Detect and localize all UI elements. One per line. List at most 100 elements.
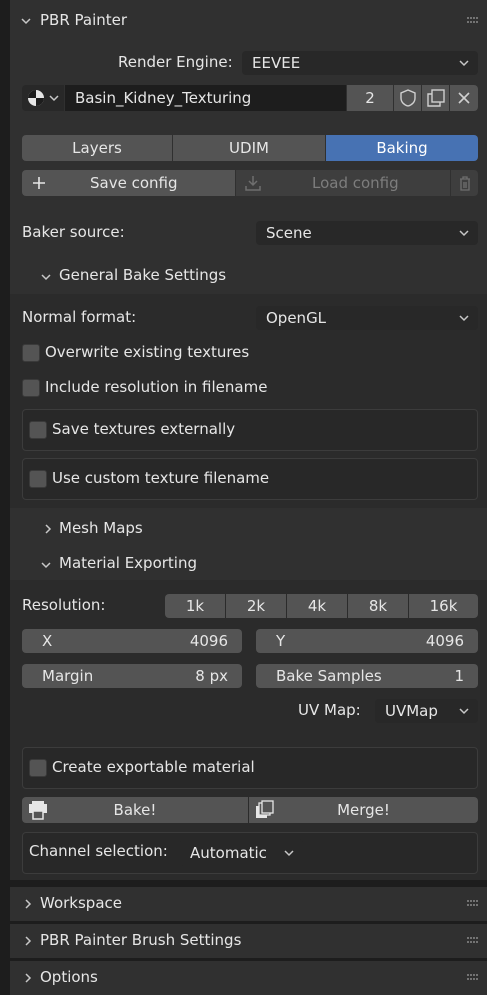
include-resolution-label[interactable]: Include resolution in filename bbox=[45, 378, 267, 396]
general-bake-title[interactable]: General Bake Settings bbox=[59, 266, 226, 284]
material-users-value: 2 bbox=[365, 89, 375, 107]
custom-filename-label[interactable]: Use custom texture filename bbox=[52, 469, 269, 487]
fake-user-button[interactable] bbox=[394, 85, 421, 111]
render-engine-label: Render Engine: bbox=[118, 53, 233, 71]
margin-value: 8 px bbox=[195, 667, 228, 685]
duplicate-icon bbox=[426, 89, 445, 107]
render-engine-dropdown[interactable]: EEVEE bbox=[242, 51, 478, 75]
y-label: Y bbox=[276, 632, 286, 650]
tab-label: UDIM bbox=[229, 139, 269, 157]
chevron-down-icon[interactable] bbox=[40, 271, 52, 283]
save-config-label: Save config bbox=[90, 174, 178, 192]
margin-field[interactable]: Margin 8 px bbox=[22, 664, 242, 688]
plus-icon bbox=[33, 177, 45, 189]
panel-title[interactable]: PBR Painter bbox=[40, 11, 127, 29]
options-title[interactable]: Options bbox=[40, 968, 98, 986]
chevron-down-icon[interactable] bbox=[20, 15, 32, 27]
chevron-down-icon bbox=[49, 95, 59, 102]
tab-baking[interactable]: Baking bbox=[326, 135, 478, 161]
drag-grip-icon[interactable] bbox=[466, 936, 480, 944]
tab-label: Layers bbox=[72, 139, 122, 157]
printer-icon bbox=[29, 801, 47, 820]
samples-label: Bake Samples bbox=[276, 667, 382, 685]
normal-format-dropdown[interactable]: OpenGL bbox=[256, 306, 478, 330]
resolution-label: Resolution: bbox=[22, 596, 106, 614]
render-engine-value: EEVEE bbox=[252, 54, 301, 72]
resolution-preset-2k[interactable]: 2k bbox=[226, 594, 286, 618]
preset-label: 2k bbox=[246, 597, 266, 615]
preset-label: 8k bbox=[368, 597, 388, 615]
channel-selection-value: Automatic bbox=[190, 843, 267, 862]
resolution-preset-4k[interactable]: 4k bbox=[287, 594, 347, 618]
samples-value: 1 bbox=[454, 667, 464, 685]
resolution-y-field[interactable]: Y 4096 bbox=[256, 629, 478, 653]
preset-label: 1k bbox=[185, 597, 205, 615]
y-value: 4096 bbox=[425, 632, 464, 650]
load-config-label: Load config bbox=[312, 174, 399, 192]
uvmap-label: UV Map: bbox=[298, 701, 361, 719]
resolution-preset-16k[interactable]: 16k bbox=[409, 594, 478, 618]
duplicate-material-button[interactable] bbox=[422, 85, 449, 111]
margin-label: Margin bbox=[42, 667, 94, 685]
chevron-down-icon[interactable] bbox=[40, 559, 52, 571]
tab-layers[interactable]: Layers bbox=[22, 135, 172, 161]
chevron-right-icon bbox=[25, 973, 32, 983]
uvmap-dropdown[interactable]: UVMap bbox=[375, 699, 478, 723]
load-config-button[interactable]: Load config bbox=[236, 170, 450, 196]
drag-grip-icon[interactable] bbox=[466, 899, 480, 907]
save-externally-checkbox[interactable] bbox=[29, 421, 47, 439]
channel-selection-label: Channel selection: bbox=[29, 842, 168, 860]
tab-label: Baking bbox=[376, 139, 428, 157]
chevron-right-icon bbox=[25, 936, 32, 946]
include-resolution-checkbox[interactable] bbox=[22, 379, 40, 397]
chevron-right-icon[interactable] bbox=[42, 523, 54, 535]
channel-selection-dropdown[interactable]: Automatic bbox=[180, 839, 303, 866]
trash-icon bbox=[459, 176, 470, 191]
save-config-button[interactable]: Save config bbox=[22, 170, 235, 196]
x-value: 4096 bbox=[189, 632, 228, 650]
chevron-down-icon bbox=[459, 708, 469, 715]
chevron-down-icon bbox=[459, 60, 469, 67]
chevron-down-icon bbox=[459, 230, 469, 237]
exportable-material-label[interactable]: Create exportable material bbox=[52, 758, 255, 776]
delete-config-button[interactable] bbox=[451, 170, 478, 196]
merge-label: Merge! bbox=[337, 801, 390, 819]
uvmap-value: UVMap bbox=[385, 702, 438, 720]
merge-button[interactable]: Merge! bbox=[249, 797, 478, 823]
chevron-right-icon bbox=[25, 899, 32, 909]
normal-format-label: Normal format: bbox=[22, 308, 137, 326]
custom-filename-checkbox[interactable] bbox=[29, 470, 47, 488]
layers-icon bbox=[256, 800, 274, 818]
material-exporting-title[interactable]: Material Exporting bbox=[59, 554, 197, 572]
unlink-material-button[interactable] bbox=[450, 85, 478, 111]
chevron-down-icon bbox=[284, 849, 294, 856]
drag-grip-icon[interactable] bbox=[466, 16, 480, 24]
resolution-preset-1k[interactable]: 1k bbox=[165, 594, 225, 618]
overwrite-label[interactable]: Overwrite existing textures bbox=[45, 343, 249, 361]
baker-source-value: Scene bbox=[266, 224, 312, 242]
brush-settings-title[interactable]: PBR Painter Brush Settings bbox=[40, 931, 241, 949]
save-externally-label[interactable]: Save textures externally bbox=[52, 420, 235, 438]
workspace-title[interactable]: Workspace bbox=[40, 894, 122, 912]
material-users-count[interactable]: 2 bbox=[347, 85, 393, 111]
exportable-material-checkbox[interactable] bbox=[29, 759, 47, 777]
close-icon bbox=[458, 92, 470, 104]
preset-label: 16k bbox=[429, 597, 458, 615]
bake-samples-field[interactable]: Bake Samples 1 bbox=[256, 664, 478, 688]
bake-button[interactable]: Bake! bbox=[22, 797, 248, 823]
material-browse-button[interactable] bbox=[22, 85, 64, 111]
tab-udim[interactable]: UDIM bbox=[173, 135, 325, 161]
mesh-maps-title[interactable]: Mesh Maps bbox=[59, 519, 143, 537]
normal-format-value: OpenGL bbox=[266, 309, 327, 327]
material-name-value: Basin_Kidney_Texturing bbox=[75, 89, 252, 107]
overwrite-checkbox[interactable] bbox=[22, 344, 40, 362]
material-sphere-icon bbox=[28, 90, 44, 106]
preset-label: 4k bbox=[307, 597, 327, 615]
material-name-field[interactable]: Basin_Kidney_Texturing bbox=[65, 85, 346, 111]
resolution-x-field[interactable]: X 4096 bbox=[22, 629, 242, 653]
baker-source-label: Baker source: bbox=[22, 223, 125, 241]
drag-grip-icon[interactable] bbox=[466, 973, 480, 981]
shield-icon bbox=[399, 89, 416, 107]
resolution-preset-8k[interactable]: 8k bbox=[348, 594, 408, 618]
baker-source-dropdown[interactable]: Scene bbox=[256, 221, 478, 245]
